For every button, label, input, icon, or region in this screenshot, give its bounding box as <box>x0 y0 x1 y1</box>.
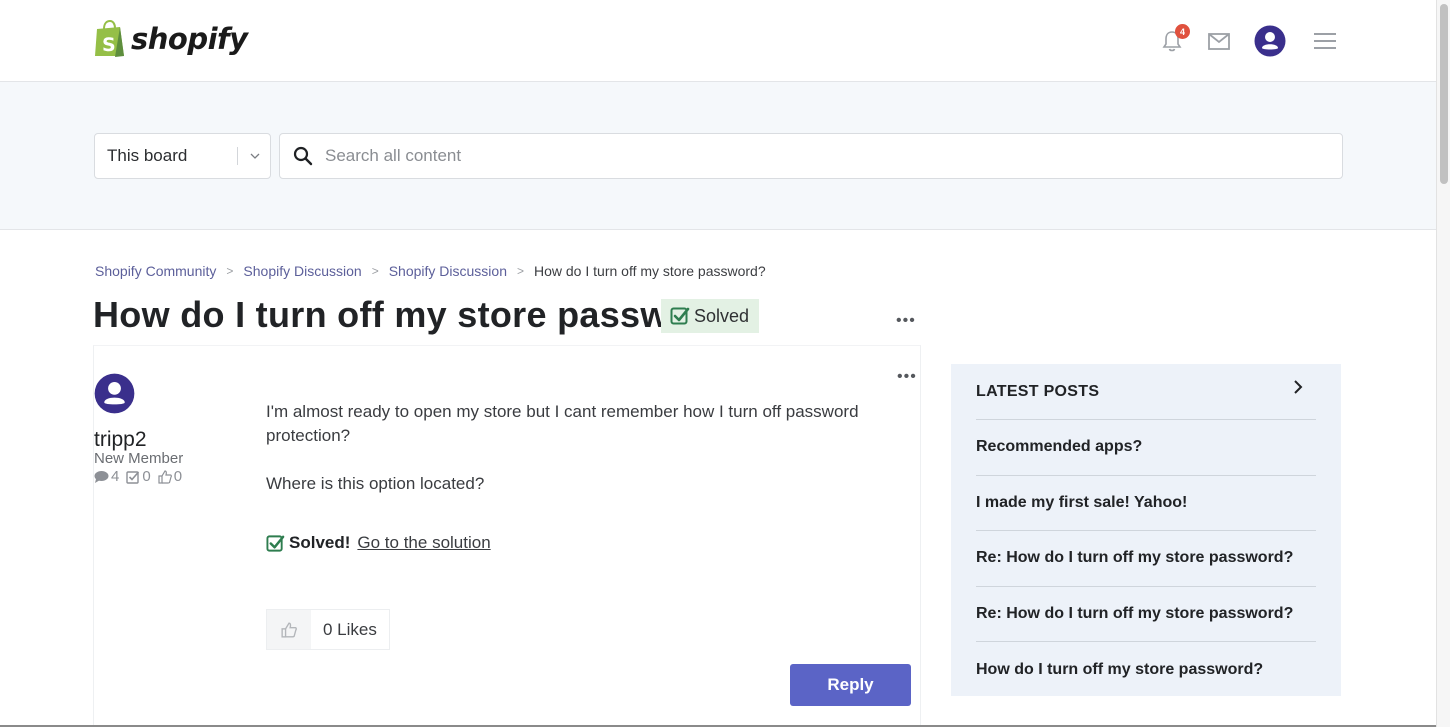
solved-status-badge: Solved <box>661 299 760 333</box>
list-item: Re: How do I turn off my store password? <box>976 587 1316 642</box>
page-title: How do I turn off my store password? <box>93 294 750 335</box>
author-stats: 4 0 0 <box>94 468 187 485</box>
page-scrollbar[interactable] <box>1436 0 1450 727</box>
dropdown-divider <box>237 147 238 165</box>
header-actions: 4 <box>1158 24 1336 58</box>
notifications-button[interactable]: 4 <box>1162 24 1190 52</box>
solved-label: Solved! <box>289 533 351 552</box>
main-menu-button[interactable] <box>1314 32 1336 50</box>
speech-bubble-icon <box>94 471 109 483</box>
latest-post-link[interactable]: How do I turn off my store password? <box>976 661 1263 679</box>
checkbox-checked-icon <box>266 534 285 552</box>
latest-post-link[interactable]: Re: How do I turn off my store password? <box>976 605 1293 623</box>
post-paragraph: Where is this option located? <box>266 474 485 493</box>
author-kudos-stat: 0 <box>158 468 182 485</box>
notification-count-badge: 4 <box>1175 24 1190 39</box>
latest-posts-list: Recommended apps? I made my first sale! … <box>976 420 1316 698</box>
solved-status-label: Solved <box>694 305 750 326</box>
latest-posts-header[interactable]: LATEST POSTS <box>976 364 1316 420</box>
list-item: How do I turn off my store password? <box>976 642 1316 698</box>
search-button[interactable] <box>293 146 313 166</box>
list-item: I made my first sale! Yahoo! <box>976 476 1316 531</box>
search-icon <box>293 146 313 166</box>
shopify-bag-icon: S <box>95 20 124 57</box>
author-solutions-count: 0 <box>142 468 151 485</box>
author-avatar[interactable] <box>94 373 135 414</box>
author-rank: New Member <box>94 450 184 467</box>
accepted-solution-notice: Solved! Go to the solution <box>266 533 491 553</box>
author-messages-count: 4 <box>111 468 120 485</box>
profile-menu-button[interactable] <box>1254 25 1286 57</box>
latest-posts-panel: LATEST POSTS Recommended apps? I made my… <box>951 364 1341 696</box>
user-avatar-icon <box>1254 25 1286 57</box>
breadcrumb-link-community[interactable]: Shopify Community <box>95 263 216 279</box>
latest-posts-title: LATEST POSTS <box>976 382 1100 400</box>
post-body: I'm almost ready to open my store but I … <box>266 400 866 520</box>
author-kudos-count: 0 <box>173 468 183 485</box>
author-messages-stat: 4 <box>94 468 119 485</box>
search-scope-dropdown[interactable]: This board <box>94 133 271 179</box>
latest-post-link[interactable]: I made my first sale! Yahoo! <box>976 494 1187 512</box>
like-button[interactable] <box>267 610 311 649</box>
breadcrumb-link-discussion-board[interactable]: Shopify Discussion <box>389 263 507 279</box>
post-card: ••• tripp2 New Member 4 0 0 I'm almost r… <box>93 345 921 727</box>
svg-text:S: S <box>102 34 116 56</box>
latest-post-link[interactable]: Recommended apps? <box>976 438 1142 456</box>
topic-options-menu-button[interactable]: ••• <box>896 312 916 330</box>
thumbs-up-icon <box>158 469 172 484</box>
chevron-down-icon <box>250 153 260 159</box>
scrollbar-thumb[interactable] <box>1440 4 1448 184</box>
list-item: Recommended apps? <box>976 420 1316 476</box>
go-to-solution-link[interactable]: Go to the solution <box>357 533 490 553</box>
chevron-right-icon[interactable] <box>1292 379 1304 395</box>
shopify-logo-link[interactable]: S shopify <box>93 20 248 58</box>
brand-name: shopify <box>131 22 248 56</box>
search-section: This board <box>0 82 1436 230</box>
checkbox-icon <box>126 470 140 484</box>
likes-widget: 0 Likes <box>266 609 390 650</box>
breadcrumb-separator: > <box>516 264 524 278</box>
author-solutions-stat: 0 <box>126 468 151 485</box>
thumbs-up-icon <box>281 621 297 638</box>
post-options-menu-button[interactable]: ••• <box>897 368 917 386</box>
messages-button[interactable] <box>1208 32 1230 50</box>
list-item: Re: How do I turn off my store password? <box>976 531 1316 587</box>
reply-button[interactable]: Reply <box>790 664 911 706</box>
breadcrumb-separator: > <box>226 264 234 278</box>
likes-count[interactable]: 0 Likes <box>311 610 389 649</box>
latest-post-link[interactable]: Re: How do I turn off my store password? <box>976 549 1293 567</box>
author-name-link[interactable]: tripp2 <box>94 428 147 452</box>
breadcrumb: Shopify Community > Shopify Discussion >… <box>95 263 766 279</box>
breadcrumb-separator: > <box>371 264 379 278</box>
top-navigation-bar: S shopify 4 <box>0 0 1436 82</box>
hamburger-menu-icon <box>1314 33 1336 49</box>
envelope-icon <box>1208 32 1230 50</box>
checkbox-checked-icon <box>670 307 690 325</box>
breadcrumb-current: How do I turn off my store password? <box>534 263 766 279</box>
search-field <box>279 133 1343 179</box>
breadcrumb-link-discussion[interactable]: Shopify Discussion <box>243 263 361 279</box>
search-scope-value: This board <box>107 146 188 165</box>
post-paragraph: I'm almost ready to open my store but I … <box>266 402 859 445</box>
search-input[interactable] <box>325 146 1225 166</box>
